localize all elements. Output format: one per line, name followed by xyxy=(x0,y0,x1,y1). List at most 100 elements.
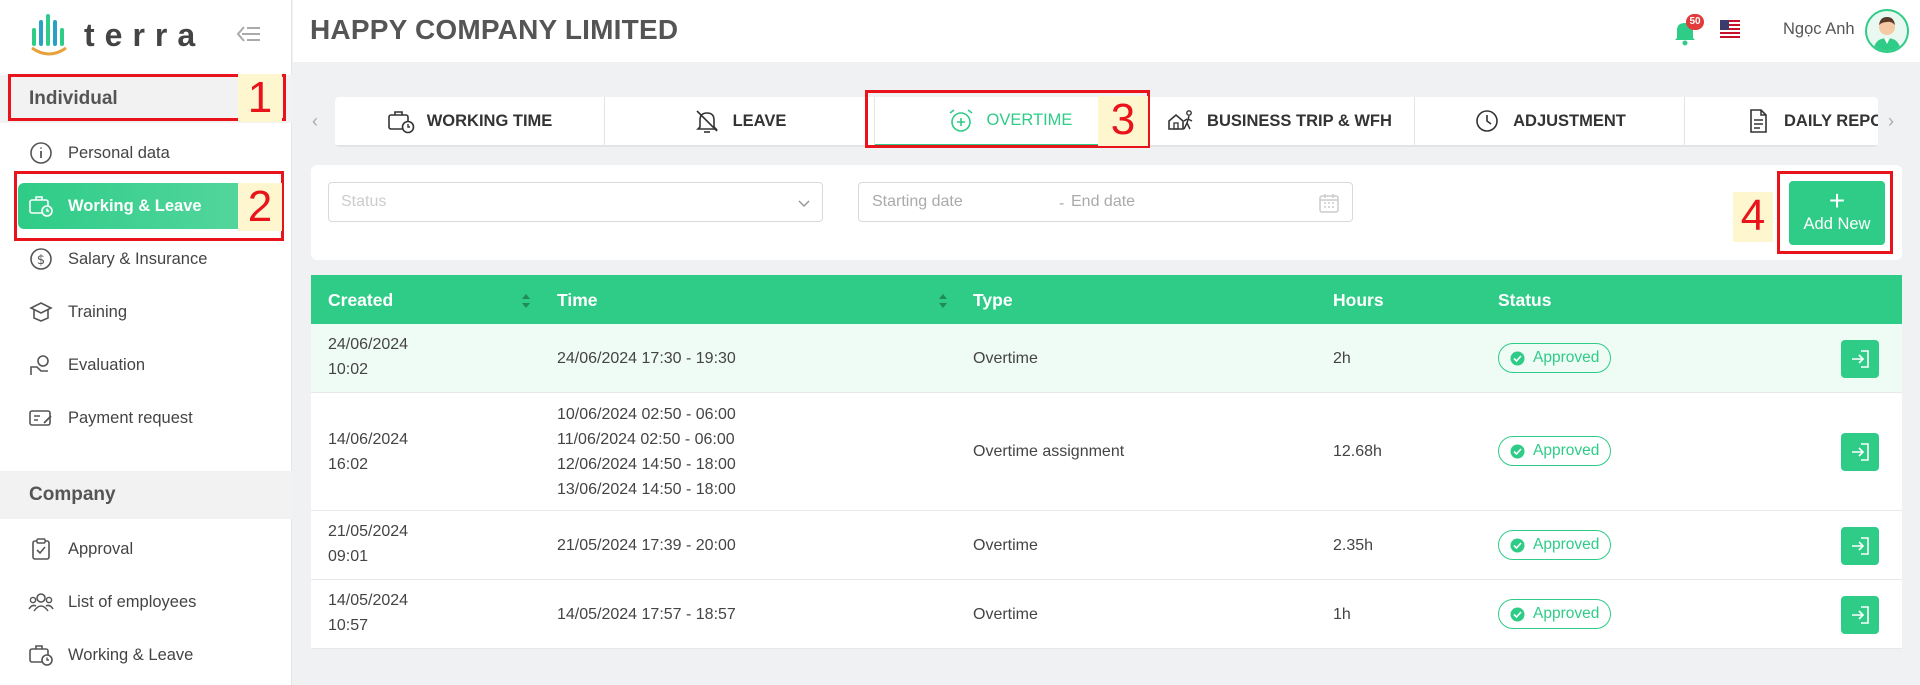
status-badge: Approved xyxy=(1498,436,1612,466)
column-type: Type xyxy=(973,290,1013,310)
sort-icon[interactable] xyxy=(521,292,531,310)
logo[interactable]: terra xyxy=(30,12,205,58)
status-select-placeholder: Status xyxy=(341,193,387,210)
date-range-picker[interactable]: Starting date - End date xyxy=(858,182,1353,222)
table-header: Created Time Type Hours Status xyxy=(311,275,1902,324)
collapse-sidebar-icon[interactable] xyxy=(234,22,262,46)
table-row[interactable]: 24/06/2024 10:02 24/06/2024 17:30 - 19:30… xyxy=(311,324,1902,393)
start-date-input[interactable]: Starting date xyxy=(872,193,963,211)
hours-cell: 2.35h xyxy=(1333,537,1374,554)
type-cell: Overtime xyxy=(973,537,1038,554)
tabs-scroll-left-icon[interactable]: ‹ xyxy=(312,111,318,132)
briefcase-clock-icon xyxy=(387,111,415,134)
sidebar-item-label: Training xyxy=(68,302,127,321)
sidebar-item-label: Payment request xyxy=(68,408,193,427)
check-circle-icon xyxy=(1510,538,1525,553)
open-detail-button[interactable] xyxy=(1841,433,1879,471)
tab-label: DAILY REPOR xyxy=(1784,111,1878,130)
people-icon xyxy=(28,593,54,612)
hours-cell: 1h xyxy=(1333,606,1351,623)
top-header: HAPPY COMPANY LIMITED 50 Ngọc Anh xyxy=(293,0,1920,62)
bell-off-icon xyxy=(695,110,718,133)
avatar[interactable] xyxy=(1865,9,1909,53)
annotation-number-4: 4 xyxy=(1733,192,1773,242)
sidebar-item-company-working-leave[interactable]: Working & Leave xyxy=(18,632,274,678)
notification-count-badge: 50 xyxy=(1686,14,1704,30)
enter-arrow-icon xyxy=(1852,350,1869,368)
payment-icon xyxy=(29,410,52,426)
dollar-circle-icon: $ xyxy=(30,248,52,270)
sidebar-item-label: Personal data xyxy=(68,143,170,162)
hours-cell: 12.68h xyxy=(1333,443,1382,460)
enter-arrow-icon xyxy=(1852,443,1869,461)
user-avatar-icon xyxy=(1873,17,1901,51)
page-title: HAPPY COMPANY LIMITED xyxy=(310,14,679,45)
enter-arrow-icon xyxy=(1852,537,1869,555)
table-row[interactable]: 14/05/2024 10:57 14/05/2024 17:57 - 18:57… xyxy=(311,580,1902,649)
type-cell: Overtime assignment xyxy=(973,443,1125,460)
sidebar-item-approval[interactable]: Approval xyxy=(18,526,274,572)
sidebar-item-label: List of employees xyxy=(68,592,197,611)
annotation-number-1: 1 xyxy=(238,74,282,122)
tab-working-time[interactable]: WORKING TIME xyxy=(335,97,605,147)
column-status: Status xyxy=(1498,290,1552,310)
tab-adjustment[interactable]: ADJUSTMENT xyxy=(1415,97,1685,147)
sidebar-item-label: Salary & Insurance xyxy=(68,249,208,268)
sidebar-item-salary-insurance[interactable]: $ Salary & Insurance xyxy=(18,236,274,282)
tab-label: ADJUSTMENT xyxy=(1513,111,1626,130)
time-cell: 10/06/2024 02:50 - 06:00 11/06/2024 02:50… xyxy=(557,406,736,498)
end-date-input[interactable]: End date xyxy=(1071,193,1135,211)
training-icon xyxy=(29,302,53,322)
check-circle-icon xyxy=(1510,607,1525,622)
clipboard-check-icon xyxy=(32,538,50,560)
tabs-scroll-right-icon[interactable]: › xyxy=(1888,111,1894,132)
calendar-icon[interactable] xyxy=(1318,192,1340,214)
status-badge: Approved xyxy=(1498,530,1612,560)
open-detail-button[interactable] xyxy=(1841,596,1879,634)
check-circle-icon xyxy=(1510,351,1525,366)
table-row[interactable]: 14/06/2024 16:02 10/06/2024 02:50 - 06:00… xyxy=(311,393,1902,511)
tab-business-trip-wfh[interactable]: BUSINESS TRIP & WFH xyxy=(1145,97,1415,147)
tab-label: WORKING TIME xyxy=(426,111,553,130)
briefcase-clock-icon xyxy=(29,645,53,666)
filter-bar: Status Starting date - End date + Add Ne… xyxy=(311,165,1902,260)
type-cell: Overtime xyxy=(973,350,1038,367)
brand-name: terra xyxy=(84,16,206,53)
user-name[interactable]: Ngọc Anh xyxy=(1783,20,1855,39)
status-select[interactable]: Status xyxy=(328,182,823,222)
section-company: Company xyxy=(0,471,292,519)
open-detail-button[interactable] xyxy=(1841,527,1879,565)
time-cell: 14/05/2024 17:57 - 18:57 xyxy=(557,606,736,623)
annotation-number-2: 2 xyxy=(238,183,282,231)
enter-arrow-icon xyxy=(1852,606,1869,624)
sidebar-item-label: Evaluation xyxy=(68,355,146,374)
column-time[interactable]: Time xyxy=(557,290,598,311)
sidebar-item-personal-data[interactable]: Personal data xyxy=(18,130,274,176)
house-walk-icon xyxy=(1168,110,1193,130)
tab-leave[interactable]: LEAVE xyxy=(605,97,875,147)
chevron-down-icon xyxy=(798,200,810,208)
sidebar-item-label: Approval xyxy=(68,539,134,558)
time-cell: 24/06/2024 17:30 - 19:30 xyxy=(557,350,736,367)
sort-icon[interactable] xyxy=(938,292,948,310)
column-created[interactable]: Created xyxy=(328,290,393,311)
sidebar-item-training[interactable]: Training xyxy=(18,289,274,335)
open-detail-button[interactable] xyxy=(1841,340,1879,378)
tab-label: LEAVE xyxy=(732,111,787,130)
time-cell: 21/05/2024 17:39 - 20:00 xyxy=(557,537,736,554)
table-row[interactable]: 21/05/2024 09:01 21/05/2024 17:39 - 20:00… xyxy=(311,511,1902,580)
date-separator: - xyxy=(1059,195,1065,212)
document-icon xyxy=(1750,109,1767,133)
tab-daily-report[interactable]: DAILY REPOR xyxy=(1685,97,1878,147)
annotation-box-4 xyxy=(1777,171,1893,254)
type-cell: Overtime xyxy=(973,606,1038,623)
check-circle-icon xyxy=(1510,444,1525,459)
us-flag-icon[interactable] xyxy=(1720,20,1740,38)
svg-text:$: $ xyxy=(37,253,45,268)
clock-icon xyxy=(1476,110,1498,132)
sidebar-item-list-of-employees[interactable]: List of employees xyxy=(18,579,274,625)
annotation-number-3: 3 xyxy=(1098,96,1148,146)
sidebar-item-payment-request[interactable]: Payment request xyxy=(18,395,274,441)
info-icon xyxy=(30,142,52,164)
sidebar-item-evaluation[interactable]: Evaluation xyxy=(18,342,274,388)
